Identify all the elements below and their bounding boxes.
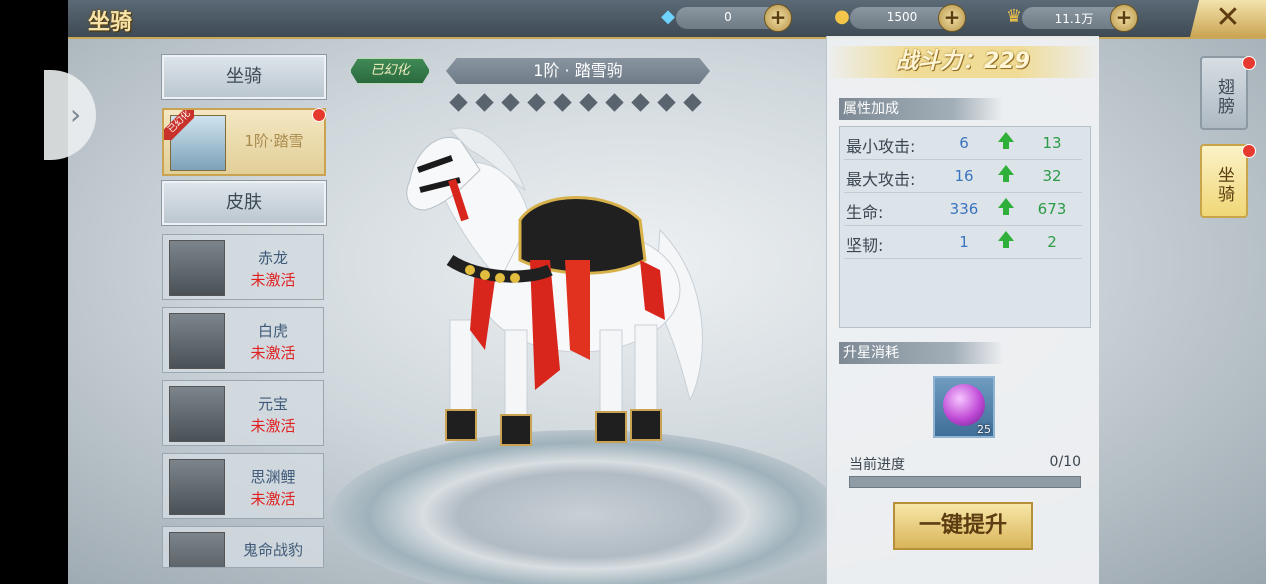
resource-gold: ● 1500 + xyxy=(834,4,966,32)
combat-power: 战斗力：229 xyxy=(827,46,1099,78)
upgrade-cost-header: 升星消耗 xyxy=(839,342,1003,364)
attribute-header: 属性加成 xyxy=(839,98,1003,120)
stat-row: 生命: 336 673 xyxy=(844,193,1082,226)
stat-current: 1 xyxy=(959,233,969,251)
close-icon: ✕ xyxy=(1215,0,1241,35)
chevron-right-icon: › xyxy=(70,98,82,131)
skin-thumbnail xyxy=(169,386,225,442)
progress-bar xyxy=(849,476,1081,488)
add-diamond-button[interactable]: + xyxy=(764,4,792,32)
tab-wings[interactable]: 翅膀 xyxy=(1200,56,1248,130)
star-slot-icon xyxy=(501,93,520,112)
stat-label: 坚韧: xyxy=(846,236,884,255)
notification-dot xyxy=(1242,144,1256,158)
transformed-ribbon: 已幻化 xyxy=(164,110,194,140)
notification-dot xyxy=(312,108,326,122)
skin-card[interactable]: 思渊鲤 未激活 xyxy=(162,453,324,519)
mount-card-selected[interactable]: 已幻化 1阶·踏雪 xyxy=(162,108,326,176)
mount-section-header[interactable]: 坐骑 xyxy=(161,54,327,100)
skin-thumbnail xyxy=(169,459,225,515)
skin-card[interactable]: 元宝 未激活 xyxy=(162,380,324,446)
tab-mount[interactable]: 坐骑 xyxy=(1200,144,1248,218)
star-slot-icon xyxy=(527,93,546,112)
skin-thumbnail xyxy=(169,313,225,369)
add-trophy-button[interactable]: + xyxy=(1110,4,1138,32)
skin-name: 元宝 xyxy=(257,395,288,413)
stat-next: 673 xyxy=(1037,200,1067,218)
skin-status: 未激活 xyxy=(250,490,296,508)
skin-status: 未激活 xyxy=(250,417,296,435)
star-slot-icon xyxy=(631,93,650,112)
star-slot-icon xyxy=(657,93,676,112)
star-slot-icon xyxy=(579,93,598,112)
mount-name: 1阶·踏雪 xyxy=(244,132,304,150)
stat-label: 最小攻击: xyxy=(846,137,916,156)
stat-next: 13 xyxy=(1042,134,1062,152)
star-slot-icon xyxy=(475,93,494,112)
mount-title: 1阶 · 踏雪驹 xyxy=(446,58,710,84)
stat-row: 最大攻击: 16 32 xyxy=(844,160,1082,193)
arrow-up-icon xyxy=(998,231,1014,248)
stat-next: 32 xyxy=(1042,167,1062,185)
skin-thumbnail xyxy=(169,532,225,567)
progress-value: 0/10 xyxy=(1049,454,1081,470)
spirit-orb-icon xyxy=(943,384,985,426)
stat-current: 6 xyxy=(959,134,969,152)
transformed-badge: 已幻化 xyxy=(350,58,430,84)
stat-row: 坚韧: 1 2 xyxy=(844,226,1082,259)
star-slot-icon xyxy=(449,93,468,112)
game-screen: 坐骑 ◆ 0 + ● 1500 + ♛ 11.1万 + ✕ › 坐骑 已幻化 1… xyxy=(0,0,1266,584)
skin-section-header[interactable]: 皮肤 xyxy=(161,180,327,226)
stat-current: 16 xyxy=(954,167,974,185)
skin-status: 未激活 xyxy=(250,271,296,289)
progress-label: 当前进度 xyxy=(849,457,905,473)
arrow-up-icon xyxy=(998,198,1014,215)
notification-dot xyxy=(1242,56,1256,70)
skin-name: 鬼命战豹 xyxy=(242,541,303,559)
upgrade-material-item[interactable]: 25 xyxy=(933,376,995,438)
skin-card[interactable]: 鬼命战豹 xyxy=(162,526,324,568)
arrow-up-icon xyxy=(998,132,1014,149)
skin-thumbnail xyxy=(169,240,225,296)
page-title: 坐骑 xyxy=(88,9,133,35)
stat-next: 2 xyxy=(1047,233,1057,251)
skin-name: 思渊鲤 xyxy=(250,468,296,486)
star-slot-icon xyxy=(683,93,702,112)
stat-row: 最小攻击: 6 13 xyxy=(844,127,1082,160)
star-slot-icon xyxy=(605,93,624,112)
one-click-upgrade-button[interactable]: 一键提升 xyxy=(893,502,1033,550)
stat-current: 336 xyxy=(949,200,979,218)
horse-model xyxy=(406,127,703,446)
resource-diamond: ◆ 0 + xyxy=(661,4,792,32)
add-gold-button[interactable]: + xyxy=(938,4,966,32)
item-count: 25 xyxy=(977,423,991,436)
skin-card[interactable]: 赤龙 未激活 xyxy=(162,234,324,300)
arrow-up-icon xyxy=(998,165,1014,182)
attribute-panel: 战斗力：229 属性加成 最小攻击: 6 13 最大攻击: 16 32 生命: … xyxy=(826,36,1099,584)
ribbon-label: 已幻化 xyxy=(164,110,194,140)
close-button[interactable]: ✕ xyxy=(1190,0,1266,37)
star-slot-icon xyxy=(553,93,572,112)
resource-trophy: ♛ 11.1万 + xyxy=(1006,4,1138,32)
collapse-toggle[interactable]: › xyxy=(44,70,96,160)
skin-status: 未激活 xyxy=(250,344,296,362)
skin-name: 白虎 xyxy=(257,322,288,340)
stat-label: 生命: xyxy=(846,203,884,222)
skin-card[interactable]: 白虎 未激活 xyxy=(162,307,324,373)
stat-table: 最小攻击: 6 13 最大攻击: 16 32 生命: 336 673 坚韧: 1 xyxy=(839,126,1091,328)
stat-label: 最大攻击: xyxy=(846,170,916,189)
skin-name: 赤龙 xyxy=(257,249,288,267)
